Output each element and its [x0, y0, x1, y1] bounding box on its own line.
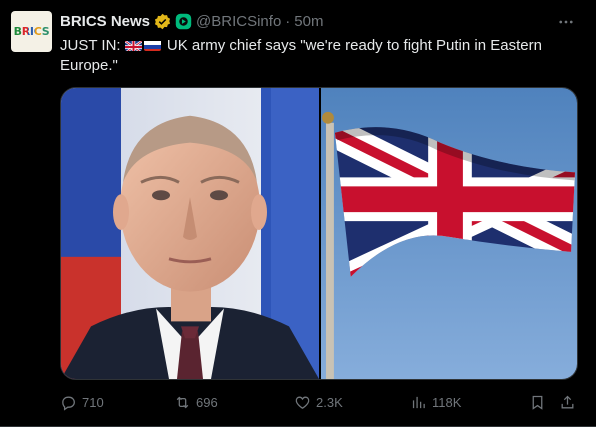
media-image-putin[interactable] — [61, 88, 319, 379]
like-button[interactable]: 2.3K — [294, 394, 343, 411]
uk-flag-emoji-icon — [124, 39, 142, 51]
media-grid[interactable] — [60, 87, 578, 380]
bookmark-icon — [532, 395, 543, 410]
separator-dot: · — [285, 12, 291, 30]
verified-gold-icon[interactable] — [154, 13, 171, 30]
timestamp[interactable]: 50m — [294, 13, 323, 30]
reply-button[interactable]: 710 — [60, 394, 104, 411]
russia-flag-emoji-icon — [143, 39, 161, 51]
avatar[interactable]: BRICS — [11, 11, 52, 52]
more-dots-icon — [559, 20, 573, 24]
tweet-text-prefix: JUST IN: — [60, 37, 121, 54]
avatar-logo-text: BRICS — [13, 25, 50, 38]
tweet-header: BRICS News @BRICSinfo · 50m — [60, 11, 323, 31]
reply-count: 710 — [82, 394, 104, 410]
retweet-count: 696 — [196, 394, 218, 410]
affiliate-badge-icon[interactable] — [175, 13, 192, 30]
bookmark-button[interactable] — [529, 394, 546, 411]
heart-icon — [295, 396, 310, 409]
views-bar-chart-icon — [412, 396, 425, 408]
share-icon — [561, 395, 574, 408]
union-jack-photo — [321, 88, 577, 379]
putin-photo — [61, 88, 319, 379]
views-count: 118K — [432, 394, 462, 410]
retweet-button[interactable]: 696 — [174, 394, 218, 411]
reply-icon — [62, 396, 75, 411]
retweet-icon — [176, 396, 189, 408]
like-count: 2.3K — [316, 394, 343, 410]
media-image-union-jack[interactable] — [321, 88, 577, 379]
display-name[interactable]: BRICS News — [60, 13, 150, 30]
tweet-card[interactable]: BRICS BRICS News @BRICSinfo · 50m JUST I… — [0, 0, 596, 427]
action-bar: 710 696 2.3K 118K — [60, 392, 580, 412]
share-button[interactable] — [559, 394, 576, 411]
handle[interactable]: @BRICSinfo — [196, 13, 281, 30]
tweet-text: JUST IN: UK army chief says "we're ready… — [60, 36, 570, 76]
more-button[interactable] — [554, 10, 578, 34]
views-button[interactable]: 118K — [410, 394, 461, 411]
